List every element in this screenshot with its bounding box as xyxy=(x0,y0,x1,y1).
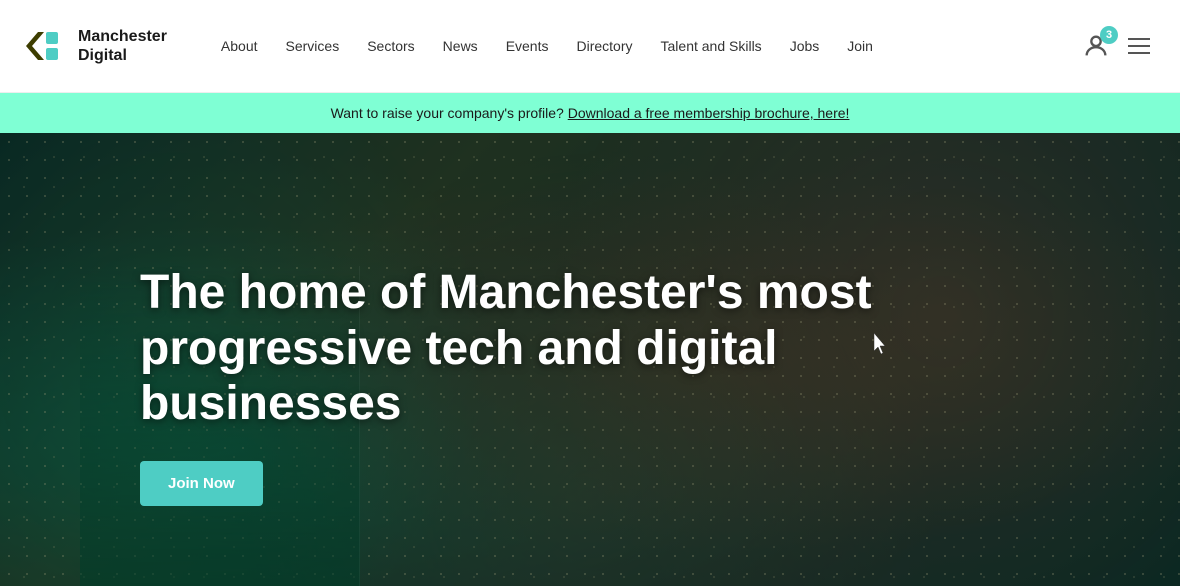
announcement-link[interactable]: Download a free membership brochure, her… xyxy=(568,105,850,121)
announcement-text: Want to raise your company's profile? xyxy=(331,105,564,121)
notification-badge: 3 xyxy=(1100,26,1118,44)
hero-title: The home of Manchester's most progressiv… xyxy=(140,265,890,431)
nav-item-jobs[interactable]: Jobs xyxy=(776,0,834,93)
logo-icon xyxy=(24,24,68,68)
announcement-bar: Want to raise your company's profile? Do… xyxy=(0,93,1180,133)
hamburger-menu-button[interactable] xyxy=(1122,32,1156,60)
hero-content: The home of Manchester's most progressiv… xyxy=(140,265,890,506)
main-nav: About Services Sectors News Events Direc… xyxy=(207,0,1082,93)
user-menu-button[interactable]: 3 xyxy=(1082,32,1110,60)
logo-text: Manchester Digital xyxy=(78,27,167,65)
nav-item-talent-and-skills[interactable]: Talent and Skills xyxy=(647,0,776,93)
nav-item-about[interactable]: About xyxy=(207,0,272,93)
hero-section: The home of Manchester's most progressiv… xyxy=(0,133,1180,586)
nav-item-join[interactable]: Join xyxy=(833,0,887,93)
nav-item-services[interactable]: Services xyxy=(272,0,354,93)
nav-item-events[interactable]: Events xyxy=(492,0,563,93)
hamburger-line-1 xyxy=(1128,38,1150,40)
header-actions: 3 xyxy=(1082,32,1156,60)
nav-item-news[interactable]: News xyxy=(429,0,492,93)
hamburger-line-2 xyxy=(1128,45,1150,47)
nav-item-directory[interactable]: Directory xyxy=(563,0,647,93)
logo-link[interactable]: Manchester Digital xyxy=(24,24,167,68)
hamburger-line-3 xyxy=(1128,52,1150,54)
nav-item-sectors[interactable]: Sectors xyxy=(353,0,428,93)
site-header: Manchester Digital About Services Sector… xyxy=(0,0,1180,93)
join-now-button[interactable]: Join Now xyxy=(140,461,263,506)
